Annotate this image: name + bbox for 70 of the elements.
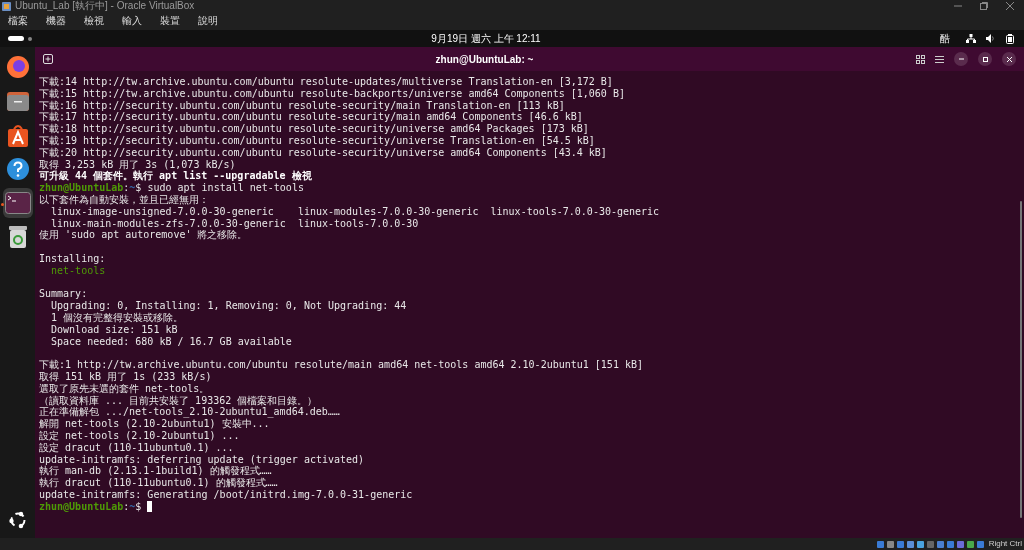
menu-item[interactable]: 檔案	[6, 14, 30, 28]
terminal-line: 下載:14 http://tw.archive.ubuntu.com/ubuntu resolute-updates/multiverse Translation-en [3,172 B]	[39, 76, 614, 88]
terminal-line: Summary:	[39, 288, 89, 301]
terminal-line: 執行 dracut (110-11ubuntu0.1) 的觸發程式……	[39, 477, 279, 489]
terminal-line: linux-image-unsigned-7.0.0-30-generic linux-modules-7.0.0-30-generic linux-tools-7.0.0-30-generic	[50, 205, 661, 218]
app-logo-icon	[2, 1, 11, 11]
terminal-line: 下載:17 http://security.ubuntu.com/ubuntu resolute-security/main amd64 Components [46.6 kB]	[39, 111, 584, 124]
grid-icon[interactable]	[916, 54, 925, 64]
volume-icon[interactable]	[986, 34, 996, 43]
maximize-icon	[982, 56, 988, 62]
terminal-line: Download size: 151 kB	[50, 323, 179, 336]
minimize-icon	[958, 58, 964, 60]
menu-item[interactable]: 輸入	[120, 14, 144, 28]
help-icon	[5, 157, 30, 181]
terminal-line: update-initramfs: Generating /boot/initrd.img-7.0.0-31-generic	[39, 488, 414, 501]
window-title: zhun@UbuntuLab: ~	[435, 52, 534, 67]
workspace-indicator[interactable]	[8, 36, 24, 41]
workspace-indicator[interactable]	[28, 36, 32, 41]
new-tab-icon[interactable]	[43, 54, 53, 64]
terminal-line: 1 個沒有完整得安裝或移除。	[50, 311, 184, 324]
folder-icon	[5, 90, 30, 112]
battery-icon[interactable]	[1006, 33, 1014, 44]
trash-icon	[7, 225, 28, 249]
terminal-line: update-initramfs: deferring update (trigger activated)	[39, 453, 366, 466]
input-method-indicator[interactable]: 酷	[940, 31, 950, 46]
terminal-line: 可升級 44 個套件。執行 apt list --upgradable 檢視	[39, 170, 313, 183]
menu-icon[interactable]	[935, 54, 944, 64]
terminal-line: 正在準備解包 .../net-tools_2.10-2ubuntu1_amd64.deb……	[39, 406, 341, 419]
network-icon[interactable]	[966, 34, 976, 43]
menu-item[interactable]: 檢視	[82, 14, 106, 28]
menu-item[interactable]: 說明	[196, 14, 220, 28]
host-key-label: Right Ctrl	[988, 539, 1022, 549]
menu-item[interactable]: 裝置	[158, 14, 182, 28]
clock[interactable]: 9月19日 週六 上午 12:11	[431, 31, 541, 46]
terminal-line: 選取了原先未選的套件 net-tools。	[39, 382, 211, 395]
window-title: Ubuntu_Lab [執行中] - Oracle VirtualBox	[15, 0, 195, 12]
terminal-line: 設定 dracut (110-11ubuntu0.1) ...	[39, 441, 235, 454]
terminal-line: 取得 3,253 kB 用了 3s (1,073 kB/s)	[39, 158, 237, 170]
terminal-line: 下載:20 http://security.ubuntu.com/ubuntu resolute-security/universe amd64 Components [43.4 kB]	[39, 146, 608, 159]
menu-item[interactable]: 機器	[44, 14, 68, 28]
terminal-icon	[4, 192, 31, 214]
minimize-button[interactable]	[954, 52, 968, 66]
terminal-line: 下載:15 http://tw.archive.ubuntu.com/ubuntu resolute-backports/universe amd64 Components [1,060 B]	[39, 87, 626, 100]
terminal-line: net-tools	[50, 264, 107, 277]
running-indicator	[1, 203, 4, 206]
terminal-line: Installing:	[39, 252, 107, 265]
close-icon[interactable]	[1006, 2, 1014, 10]
terminal-line: 下載:19 http://security.ubuntu.com/ubuntu resolute-security/universe Translation-en [54.5 kB]	[39, 135, 596, 147]
terminal-line: （讀取資料庫 ... 目前共安裝了 193362 個檔案和目錄。）	[39, 394, 319, 407]
terminal-line: 下載:18 http://security.ubuntu.com/ubuntu resolute-security/universe amd64 Packages [173 kB]	[39, 123, 590, 135]
terminal-line: 取得 151 kB 用了 1s (233 kB/s)	[39, 370, 213, 383]
terminal-line: Space needed: 680 kB / 16.7 GB available	[50, 335, 293, 348]
terminal-line: 使用 'sudo apt autoremove' 將之移除。	[39, 229, 248, 242]
shell-prompt: zhun@UbuntuLab:~$ sudo apt install net-tools	[39, 182, 304, 194]
terminal-line: linux-main-modules-zfs-7.0.0-30-generic linux-tools-7.0.0-30	[50, 217, 420, 230]
terminal-line: 以下套件為自動安裝，並且已經無用：	[39, 193, 210, 206]
app-grid-logo-icon[interactable]	[7, 510, 28, 530]
close-icon	[1006, 56, 1012, 62]
terminal-line: 下載:16 http://security.ubuntu.com/ubuntu resolute-security/main Translation-en [113 kB]	[39, 99, 566, 112]
terminal-line: 下載:1 http://tw.archive.ubuntu.com/ubuntu resolute/main amd64 net-tools amd64 2.10-2ubuntu1 [151 kB]	[39, 359, 644, 371]
terminal-line: 執行 man-db (2.13.1-1build1) 的觸發程式……	[39, 465, 273, 477]
restore-icon[interactable]	[980, 2, 988, 10]
shell-prompt: zhun@UbuntuLab:~$	[39, 500, 142, 513]
terminal-line: Upgrading: 0, Installing: 1, Removing: 0, Not Upgrading: 44	[50, 300, 408, 312]
close-button[interactable]	[1002, 52, 1016, 66]
scrollbar[interactable]	[1020, 201, 1022, 518]
terminal-line: 設定 net-tools (2.10-2ubuntu1) ...	[39, 429, 241, 442]
terminal-line: 解開 net-tools (2.10-2ubuntu1) 安裝中...	[39, 418, 270, 430]
shopping-bag-icon	[6, 123, 29, 147]
maximize-button[interactable]	[978, 52, 992, 66]
